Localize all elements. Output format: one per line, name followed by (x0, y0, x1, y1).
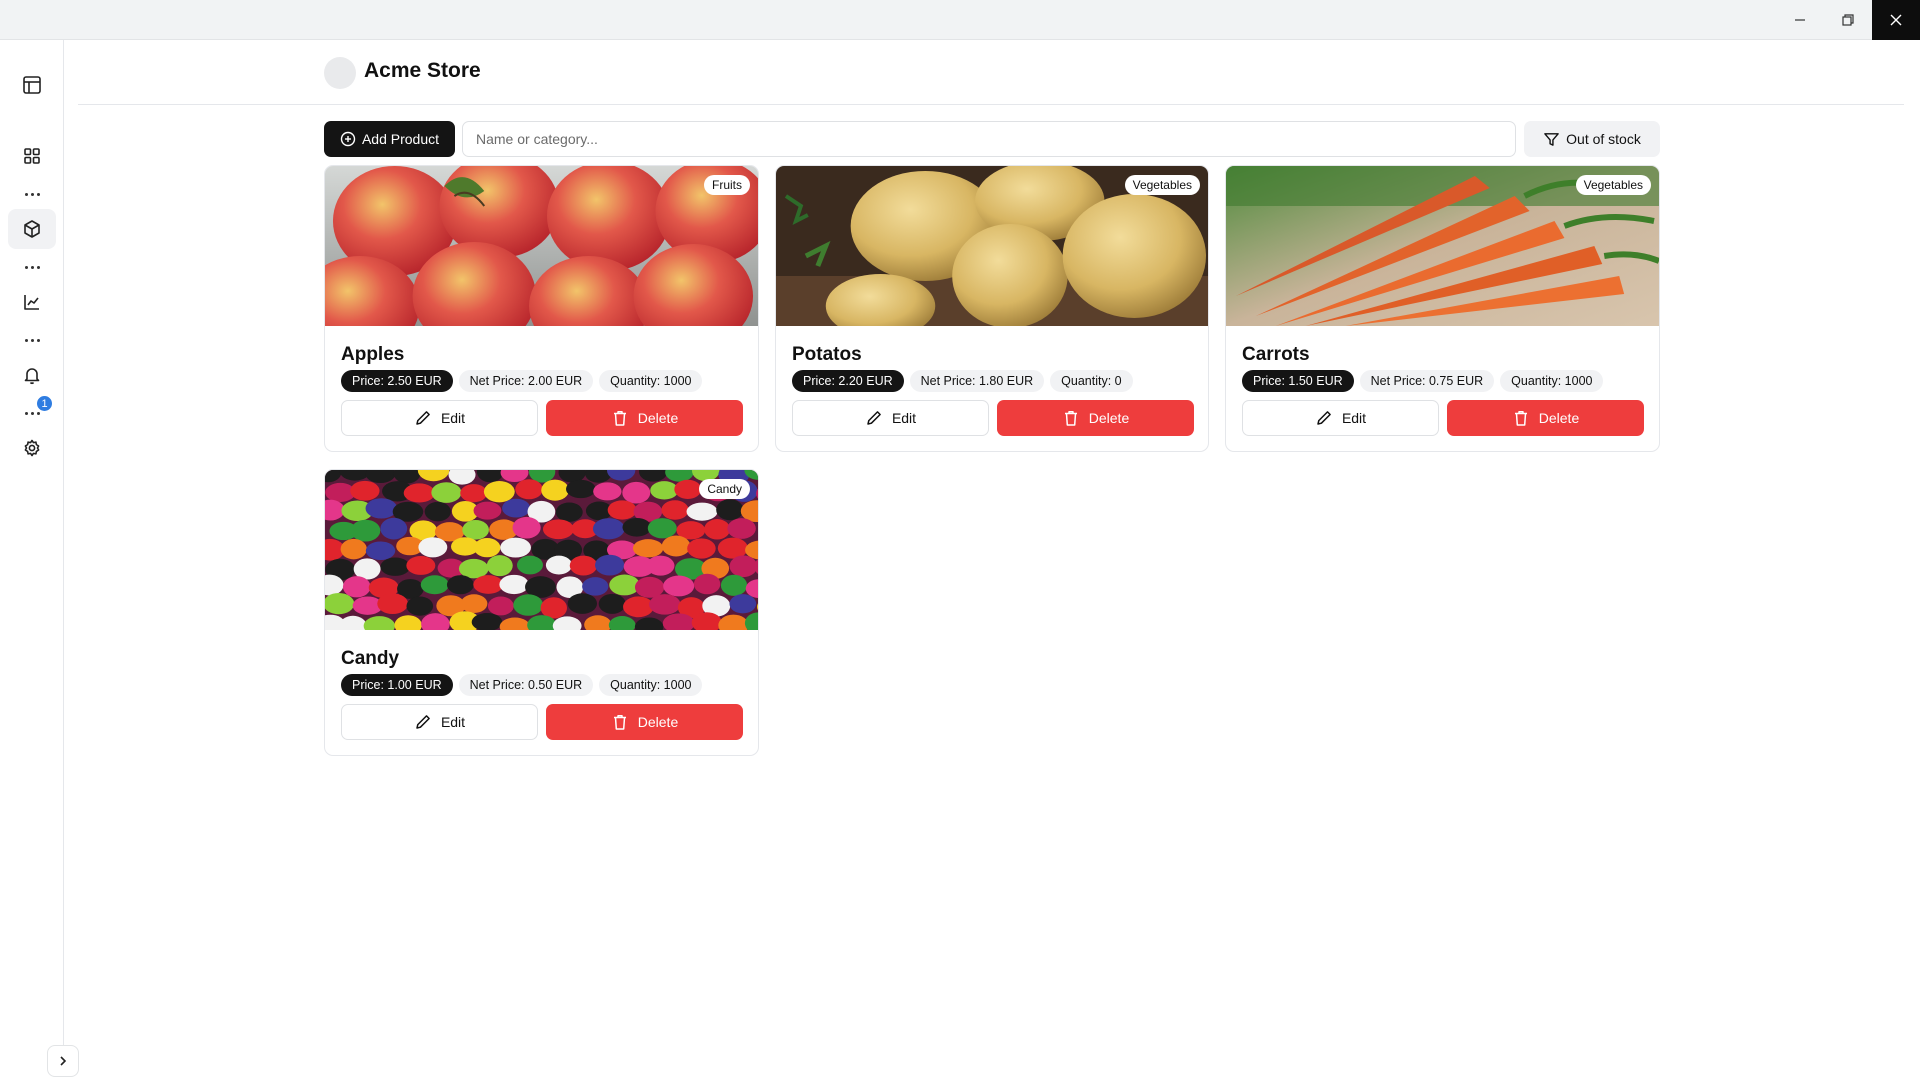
product-card-candy: Candy Candy Price: 1.00 EUR Net Price: 0… (324, 469, 759, 756)
edit-button[interactable]: Edit (341, 400, 538, 436)
product-card-potatos: Vegetables Potatos Price: 2.20 EUR Net P… (775, 165, 1209, 452)
plus-circle-icon (340, 131, 356, 147)
edit-label: Edit (440, 714, 466, 730)
minimize-icon (1795, 19, 1805, 21)
net-price-pill: Net Price: 1.80 EUR (909, 370, 1045, 392)
quantity-pill: Quantity: 0 (1050, 370, 1133, 392)
pencil-icon (416, 411, 430, 425)
layout-icon (23, 76, 41, 94)
delete-button[interactable]: Delete (997, 400, 1194, 436)
price-pill: Price: 2.20 EUR (792, 370, 904, 392)
grid-icon (24, 148, 40, 164)
product-card-apples: Fruits Apples Price: 2.50 EUR Net Price:… (324, 165, 759, 452)
net-price-pill: Net Price: 0.50 EUR (458, 674, 594, 696)
delete-label: Delete (637, 714, 679, 730)
delete-button[interactable]: Delete (1447, 400, 1644, 436)
gear-icon (24, 439, 40, 457)
category-badge: Fruits (704, 175, 750, 195)
price-pill: Price: 1.50 EUR (1242, 370, 1354, 392)
minimize-button[interactable] (1776, 0, 1824, 40)
package-icon (24, 220, 40, 238)
edit-button[interactable]: Edit (1242, 400, 1439, 436)
store-avatar (324, 57, 356, 89)
chevron-right-icon (60, 1056, 67, 1066)
quantity-pill: Quantity: 1000 (1500, 370, 1604, 392)
restore-button[interactable] (1824, 0, 1872, 40)
sidebar-item-dashboard[interactable] (8, 136, 56, 176)
pencil-icon (1317, 411, 1331, 425)
sidebar-expand-button[interactable] (47, 1045, 79, 1077)
close-button[interactable] (1872, 0, 1920, 40)
delete-label: Delete (1538, 410, 1580, 426)
sidebar-more-1[interactable] (20, 189, 44, 199)
edit-label: Edit (440, 410, 466, 426)
sidebar-item-products[interactable] (8, 209, 56, 249)
category-badge: Candy (699, 479, 750, 499)
trash-icon (613, 715, 626, 730)
product-image-apples (325, 166, 758, 326)
delete-label: Delete (637, 410, 679, 426)
net-price-pill: Net Price: 2.00 EUR (458, 370, 594, 392)
sidebar-item-analytics[interactable] (8, 282, 56, 322)
close-icon (1890, 14, 1902, 26)
price-pill: Price: 1.00 EUR (341, 674, 453, 696)
search-input[interactable] (462, 121, 1516, 157)
quantity-pill: Quantity: 1000 (599, 370, 703, 392)
title-bar (0, 0, 1920, 40)
product-image-candy (325, 470, 758, 630)
chart-icon (24, 295, 39, 310)
category-badge: Vegetables (1124, 175, 1200, 195)
net-price-pill: Net Price: 0.75 EUR (1359, 370, 1495, 392)
sidebar: 1 (0, 40, 79, 1077)
category-badge: Vegetables (1575, 175, 1651, 195)
page-header: Acme Store (78, 40, 1904, 105)
store-name: Acme Store (364, 59, 481, 82)
product-name: Carrots (1242, 344, 1310, 365)
pencil-icon (867, 411, 881, 425)
edit-button[interactable]: Edit (792, 400, 989, 436)
filter-icon (1544, 132, 1559, 146)
sidebar-item-layout[interactable] (8, 65, 56, 105)
trash-icon (1514, 411, 1527, 426)
product-name: Apples (341, 344, 405, 365)
product-card-carrots: Vegetables Carrots Price: 1.50 EUR Net P… (1225, 165, 1660, 452)
quantity-pill: Quantity: 1000 (599, 674, 703, 696)
delete-button[interactable]: Delete (546, 400, 743, 436)
delete-button[interactable]: Delete (546, 704, 743, 740)
out-of-stock-filter-button[interactable]: Out of stock (1524, 121, 1660, 157)
sidebar-more-2[interactable] (20, 262, 44, 272)
edit-label: Edit (891, 410, 917, 426)
bell-icon (24, 368, 40, 385)
filter-label: Out of stock (1566, 131, 1641, 147)
product-name: Candy (341, 648, 400, 669)
trash-icon (1064, 411, 1077, 426)
restore-icon (1842, 14, 1854, 26)
sidebar-more-4[interactable] (20, 408, 44, 418)
add-product-button[interactable]: Add Product (324, 121, 455, 157)
pencil-icon (416, 715, 430, 729)
sidebar-more-3[interactable] (20, 335, 44, 345)
price-pill: Price: 2.50 EUR (341, 370, 453, 392)
product-name: Potatos (792, 344, 862, 365)
add-product-label: Add Product (361, 131, 440, 147)
delete-label: Delete (1088, 410, 1130, 426)
edit-label: Edit (1341, 410, 1367, 426)
sidebar-item-settings[interactable] (8, 428, 56, 468)
trash-icon (613, 411, 626, 426)
edit-button[interactable]: Edit (341, 704, 538, 740)
sidebar-item-notifications[interactable] (8, 355, 56, 395)
